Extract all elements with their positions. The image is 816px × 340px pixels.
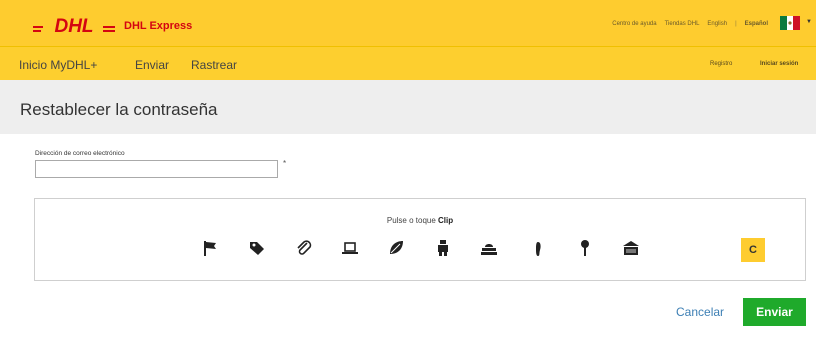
register-link[interactable]: Registro [710, 61, 732, 67]
email-label: Dirección de correo electrónico [35, 150, 125, 157]
submit-button[interactable]: Enviar [743, 298, 806, 326]
robot-icon[interactable] [432, 237, 454, 259]
nav-item-track[interactable]: Rastrear [191, 58, 237, 72]
refresh-icon: C [749, 244, 757, 256]
dhl-stores-link[interactable]: Tiendas DHL [665, 21, 700, 27]
captcha-target-word: Clip [438, 216, 454, 225]
login-link[interactable]: Iniciar sesión [760, 61, 798, 67]
leaf-icon[interactable] [385, 237, 407, 259]
spanish-link[interactable]: Español [745, 21, 768, 27]
nav-item-home[interactable]: Inicio MyDHL+ [19, 58, 97, 72]
brand-name: DHL Express [124, 20, 193, 32]
captcha-box: Pulse o toque Clip C [34, 198, 806, 281]
mexico-flag-icon[interactable] [780, 16, 800, 30]
page-title: Restablecer la contraseña [20, 100, 218, 119]
tag-icon[interactable] [246, 237, 268, 259]
flag-icon[interactable] [199, 237, 221, 259]
paperclip-icon[interactable] [293, 237, 315, 259]
required-mark: * [283, 159, 287, 168]
english-link[interactable]: English [707, 21, 727, 27]
mailbox-icon[interactable] [478, 237, 500, 259]
laptop-icon[interactable] [339, 237, 361, 259]
captcha-prompt-text: Pulse o toque [386, 216, 436, 225]
building-icon[interactable] [620, 237, 642, 259]
footprint-icon[interactable] [528, 237, 550, 259]
language-separator: | [735, 21, 737, 27]
cancel-link[interactable]: Cancelar [676, 305, 724, 319]
captcha-prompt: Pulse o toque Clip [35, 216, 805, 225]
top-header: DHL DHL Express Centro de ayuda Tiendas … [0, 0, 816, 46]
email-field[interactable] [35, 160, 278, 178]
main-nav: Inicio MyDHL+ Enviar Rastrear Registro I… [0, 46, 816, 80]
nav-item-ship[interactable]: Enviar [135, 58, 169, 72]
page: DHL DHL Express Centro de ayuda Tiendas … [0, 0, 816, 340]
captcha-refresh-button[interactable]: C [741, 238, 765, 262]
title-band: Restablecer la contraseña [0, 80, 816, 134]
chevron-down-icon[interactable]: ▼ [806, 19, 812, 25]
help-center-link[interactable]: Centro de ayuda [612, 21, 656, 27]
dhl-logo[interactable]: DHL [33, 14, 115, 36]
pin-icon[interactable] [574, 237, 596, 259]
utility-links: Centro de ayuda Tiendas DHL English | Es… [604, 21, 768, 27]
dhl-logo-text: DHL [54, 16, 93, 36]
